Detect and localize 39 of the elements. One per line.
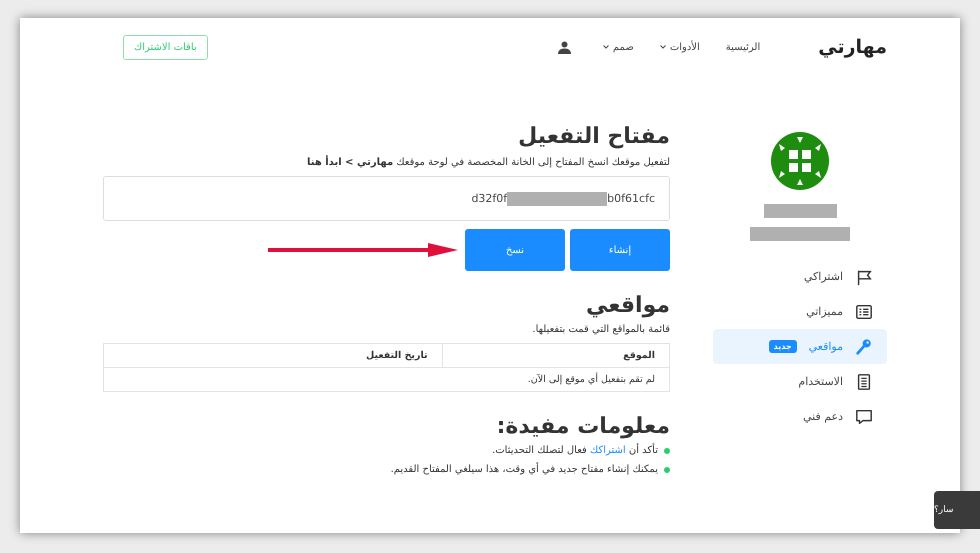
nav-link[interactable]: الأدوات (660, 42, 700, 52)
column-header: تاريخ التفعيل (104, 344, 442, 368)
user-icon[interactable] (558, 40, 571, 54)
logo[interactable]: مهارتي (818, 36, 887, 58)
sidebar-label: مواقعي (808, 340, 843, 353)
useful-info-title: معلومات مفيدة: (496, 414, 670, 439)
nav-link[interactable]: الرئيسية (726, 42, 760, 52)
activation-key-title: مفتاح التفعيل (517, 124, 670, 149)
tip-text: يمكنك إنشاء مفتاح جديد في أي وقت، هذا سيلغي المفتاح القديم. (390, 464, 658, 475)
chat-icon (855, 408, 873, 426)
sidebar-item[interactable]: مميزاتي (713, 294, 887, 329)
nav-link[interactable]: صمم (602, 42, 634, 52)
instructions-text: لتفعيل موقعك انسخ المفتاح إلى الخانة المخصصة في لوحة موقعك مهارتي > ابدأ هنا (306, 157, 670, 168)
sites-description: قائمة بالمواقع التي قمت بتفعيلها. (531, 324, 670, 335)
sidebar-item[interactable]: دعم فني (713, 399, 887, 434)
chat-tab[interactable]: سار؟ (934, 491, 980, 529)
sidebar-item[interactable]: الاستخدام (713, 364, 887, 399)
key-field[interactable]: d32f0f b0f61cfc (103, 176, 670, 221)
sidebar-label: دعم فني (802, 410, 843, 423)
bullet-dot (664, 466, 670, 472)
empty-message: لم تقم بتفعيل أي موقع إلى الآن. (104, 368, 670, 392)
my-sites-title: مواقعي (584, 293, 670, 318)
new-badge: جديد (768, 340, 797, 353)
sidebar-label: الاستخدام (798, 375, 843, 388)
list-icon (855, 302, 873, 320)
sidebar-label: مميزاتي (806, 305, 843, 318)
document-icon (855, 372, 873, 390)
sidebar-item[interactable]: اشتراكي (713, 259, 887, 294)
key-text: b0f61cfc (607, 192, 655, 205)
caret-icon (602, 45, 609, 49)
flag-icon (855, 268, 873, 286)
column-header: الموقع (442, 344, 670, 368)
bullet-dot (664, 448, 670, 454)
key-text: d32f0f (471, 192, 508, 205)
key-icon (855, 338, 873, 356)
tip-text: تأكد أن اشتراكك فعال لتصلك التحديثات. (492, 445, 658, 456)
caret-icon (660, 45, 666, 49)
sidebar-label: اشتراكي (804, 270, 843, 283)
avatar-icon (771, 132, 829, 190)
